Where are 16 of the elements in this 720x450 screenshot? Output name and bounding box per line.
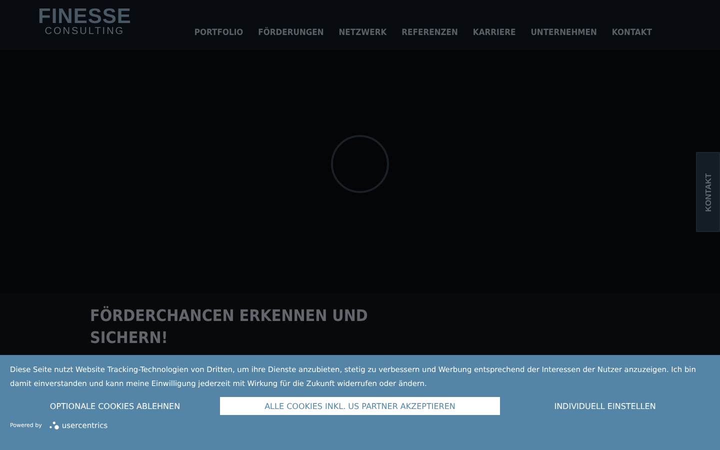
nav-link[interactable]: KONTAKT	[612, 28, 652, 38]
nav-link[interactable]: REFERENZEN	[402, 28, 458, 38]
nav-link[interactable]: FÖRDERUNGEN	[258, 28, 324, 38]
nav-link[interactable]: PORTFOLIO	[194, 28, 244, 38]
dots-logo-icon	[48, 420, 61, 431]
section-heading: FÖRDERCHANCEN ERKENNEN UND SICHERN!	[90, 305, 369, 349]
nav-link[interactable]: KARRIERE	[472, 28, 516, 38]
cookie-button[interactable]: OPTIONALE COOKIES ABLEHNEN	[10, 397, 220, 415]
loading-spinner	[331, 134, 389, 192]
contact-tab[interactable]: KONTAKT	[696, 152, 720, 232]
nav-link[interactable]: NETZWERK	[338, 28, 387, 38]
logo-title[interactable]: FINESSE	[38, 7, 132, 27]
accept-button[interactable]: ALLE COOKIES INKL. US PARTNER AKZEPTIEREN	[220, 397, 500, 415]
logo-subtitle: CONSULTING	[44, 27, 125, 37]
cookie-button[interactable]: INDIVIDUELL EINSTELLEN	[500, 397, 710, 415]
nav-link[interactable]: UNTERNEHMEN	[530, 28, 597, 38]
